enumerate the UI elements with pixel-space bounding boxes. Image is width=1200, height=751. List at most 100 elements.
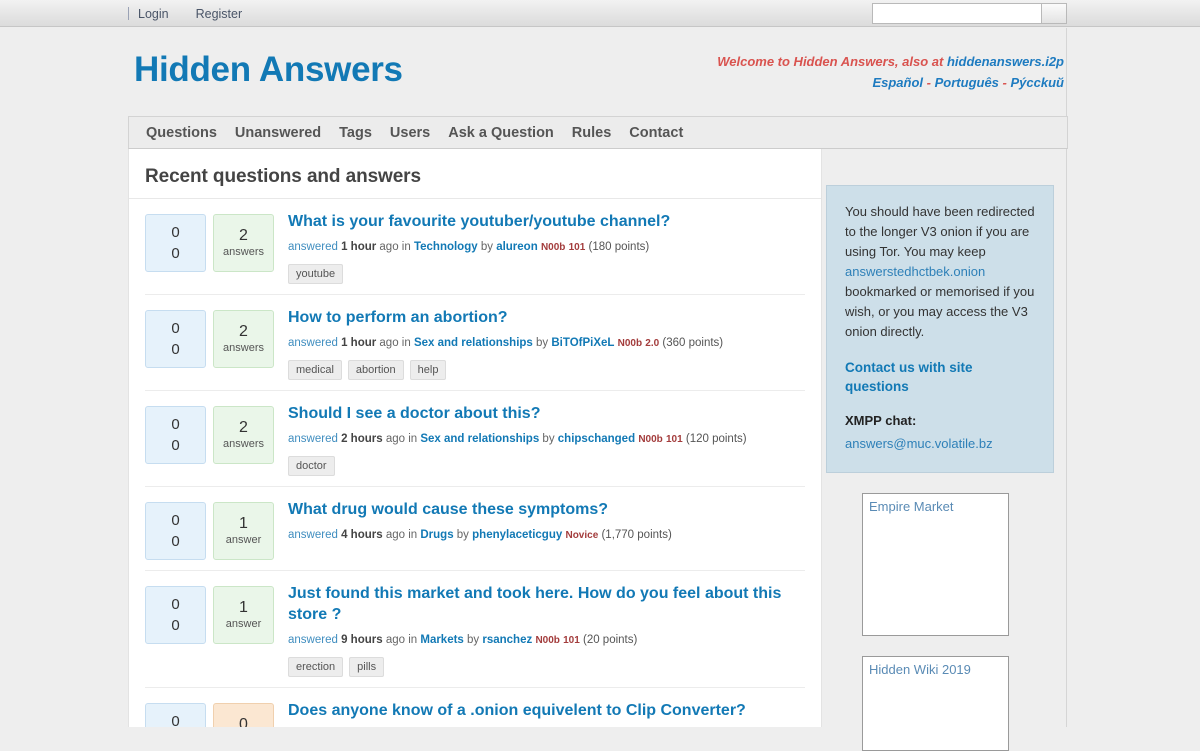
vote-count-box[interactable]: 00: [145, 703, 206, 727]
question-action: answered: [288, 241, 338, 253]
upvote-count: 0: [171, 594, 179, 615]
site-logo[interactable]: Hidden Answers: [134, 50, 403, 90]
vote-count-box[interactable]: 00: [145, 214, 206, 272]
question-ago-text: ago in: [376, 241, 414, 253]
nav-item-questions[interactable]: Questions: [137, 119, 226, 147]
answer-count: 2: [239, 226, 248, 245]
tag-link[interactable]: erection: [288, 657, 343, 677]
question-author-link[interactable]: phenylaceticguy: [472, 529, 562, 541]
answer-count: 2: [239, 418, 248, 437]
author-points: (1,770 points): [601, 529, 671, 541]
author-points: (120 points): [686, 433, 747, 445]
answer-count-box[interactable]: 0answers: [213, 703, 274, 727]
answer-count-label: answers: [223, 437, 264, 452]
search-input[interactable]: [872, 3, 1041, 24]
tag-link[interactable]: medical: [288, 360, 342, 380]
language-link-ru[interactable]: Pýcckuй: [1011, 75, 1064, 90]
tag-link[interactable]: youtube: [288, 264, 343, 284]
language-link-pt[interactable]: Português: [935, 75, 999, 90]
register-link[interactable]: Register: [196, 7, 243, 21]
question-title-link[interactable]: Does anyone know of a .onion equivelent …: [288, 700, 805, 721]
question-title-link[interactable]: Just found this market and took here. Ho…: [288, 583, 805, 625]
question-category-link[interactable]: Technology: [414, 241, 478, 253]
question-body: How to perform an abortion? answered 1 ho…: [288, 307, 805, 380]
question-body: Does anyone know of a .onion equivelent …: [288, 700, 805, 727]
question-time: 4 hours: [341, 529, 383, 541]
ad-banner-empire-market[interactable]: Empire Market: [862, 493, 1009, 636]
tag-link[interactable]: abortion: [348, 360, 404, 380]
v2-onion-link[interactable]: answerstedhctbek.onion: [845, 264, 985, 279]
language-separator-2: -: [1003, 75, 1007, 90]
sidebar: You should have been redirected to the l…: [826, 185, 1054, 751]
upvote-count: 0: [171, 414, 179, 435]
nav-item-rules[interactable]: Rules: [563, 119, 621, 147]
author-points: (20 points): [583, 634, 637, 646]
i2p-mirror-link[interactable]: hiddenanswers.i2p: [947, 54, 1064, 69]
question-tags: medical abortion help: [288, 360, 805, 380]
vote-count-box[interactable]: 00: [145, 310, 206, 368]
ad-banner-hidden-wiki[interactable]: Hidden Wiki 2019: [862, 656, 1009, 751]
language-link-es[interactable]: Español: [872, 75, 923, 90]
nav-item-unanswered[interactable]: Unanswered: [226, 119, 330, 147]
author-rank-level: 101: [563, 635, 580, 646]
nav-item-users[interactable]: Users: [381, 119, 439, 147]
vote-count-box[interactable]: 00: [145, 406, 206, 464]
question-by-text: by: [464, 634, 483, 646]
question-category-link[interactable]: Sex and relationships: [420, 433, 539, 445]
nav-item-ask-a-question[interactable]: Ask a Question: [439, 119, 563, 147]
question-category-link[interactable]: Sex and relationships: [414, 337, 533, 349]
question-title-link[interactable]: What is your favourite youtuber/youtube …: [288, 211, 805, 232]
tag-link[interactable]: pills: [349, 657, 384, 677]
answer-count: 1: [239, 514, 248, 533]
question-ago-text: ago in: [383, 529, 421, 541]
vote-count-box[interactable]: 00: [145, 586, 206, 644]
question-meta: answered 2 hours ago in Sex and relation…: [288, 431, 805, 448]
question-author-link[interactable]: BiTOfPiXeL: [551, 337, 614, 349]
question-author-link[interactable]: alureon: [496, 241, 538, 253]
answer-count-box[interactable]: 2answers: [213, 214, 274, 272]
nav-item-contact[interactable]: Contact: [620, 119, 692, 147]
downvote-count: 0: [171, 615, 179, 636]
question-time: 9 hours: [341, 634, 383, 646]
author-rank-badge: N00b: [618, 338, 642, 349]
answer-count-box[interactable]: 1answer: [213, 502, 274, 560]
question-by-text: by: [539, 433, 558, 445]
question-time: 2 hours: [341, 433, 383, 445]
sidebar-notice: You should have been redirected to the l…: [826, 185, 1054, 473]
answer-count-label: answer: [226, 617, 261, 632]
question-body: Should I see a doctor about this? answere…: [288, 403, 805, 476]
login-link[interactable]: Login: [138, 7, 169, 21]
upvote-count: 0: [171, 222, 179, 243]
answer-count-box[interactable]: 1answer: [213, 586, 274, 644]
answer-count-box[interactable]: 2answers: [213, 406, 274, 464]
question-title-link[interactable]: Should I see a doctor about this?: [288, 403, 805, 424]
question-list: 002answersWhat is your favourite youtube…: [129, 199, 821, 727]
question-title-link[interactable]: How to perform an abortion?: [288, 307, 805, 328]
question-row: 002answers How to perform an abortion? ans…: [145, 295, 805, 391]
nav-item-tags[interactable]: Tags: [330, 119, 381, 147]
question-author-link[interactable]: chipschanged: [558, 433, 635, 445]
question-title-link[interactable]: What drug would cause these symptoms?: [288, 499, 805, 520]
question-counts: 001answer: [145, 583, 274, 644]
top-bar-links: Login Register: [128, 0, 269, 27]
tag-link[interactable]: help: [410, 360, 447, 380]
xmpp-address-link[interactable]: answers@muc.volatile.bz: [845, 434, 1035, 454]
notice-text-part1: You should have been redirected to the l…: [845, 204, 1035, 259]
contact-site-questions-link[interactable]: Contact us with site questions: [845, 358, 1035, 396]
site-header: Hidden Answers Welcome to Hidden Answers…: [128, 40, 1068, 116]
answer-count-box[interactable]: 2answers: [213, 310, 274, 368]
question-meta: answered 9 hours ago in Markets by rsanc…: [288, 632, 805, 649]
question-category-link[interactable]: Drugs: [420, 529, 453, 541]
search-submit-button[interactable]: [1041, 3, 1067, 24]
vote-count-box[interactable]: 00: [145, 502, 206, 560]
question-author-link[interactable]: rsanchez: [482, 634, 532, 646]
question-row: 001answer What drug would cause these sym…: [145, 487, 805, 571]
question-tags: doctor: [288, 456, 805, 476]
question-category-link[interactable]: Markets: [420, 634, 463, 646]
question-meta: answered 1 hour ago in Sex and relations…: [288, 335, 805, 352]
question-row: 002answers What is your favourite youtube…: [145, 199, 805, 295]
question-row: 001answerJust found this market and took…: [145, 571, 805, 688]
author-rank-badge: N00b: [541, 242, 565, 253]
question-ago-text: ago in: [383, 433, 421, 445]
tag-link[interactable]: doctor: [288, 456, 335, 476]
